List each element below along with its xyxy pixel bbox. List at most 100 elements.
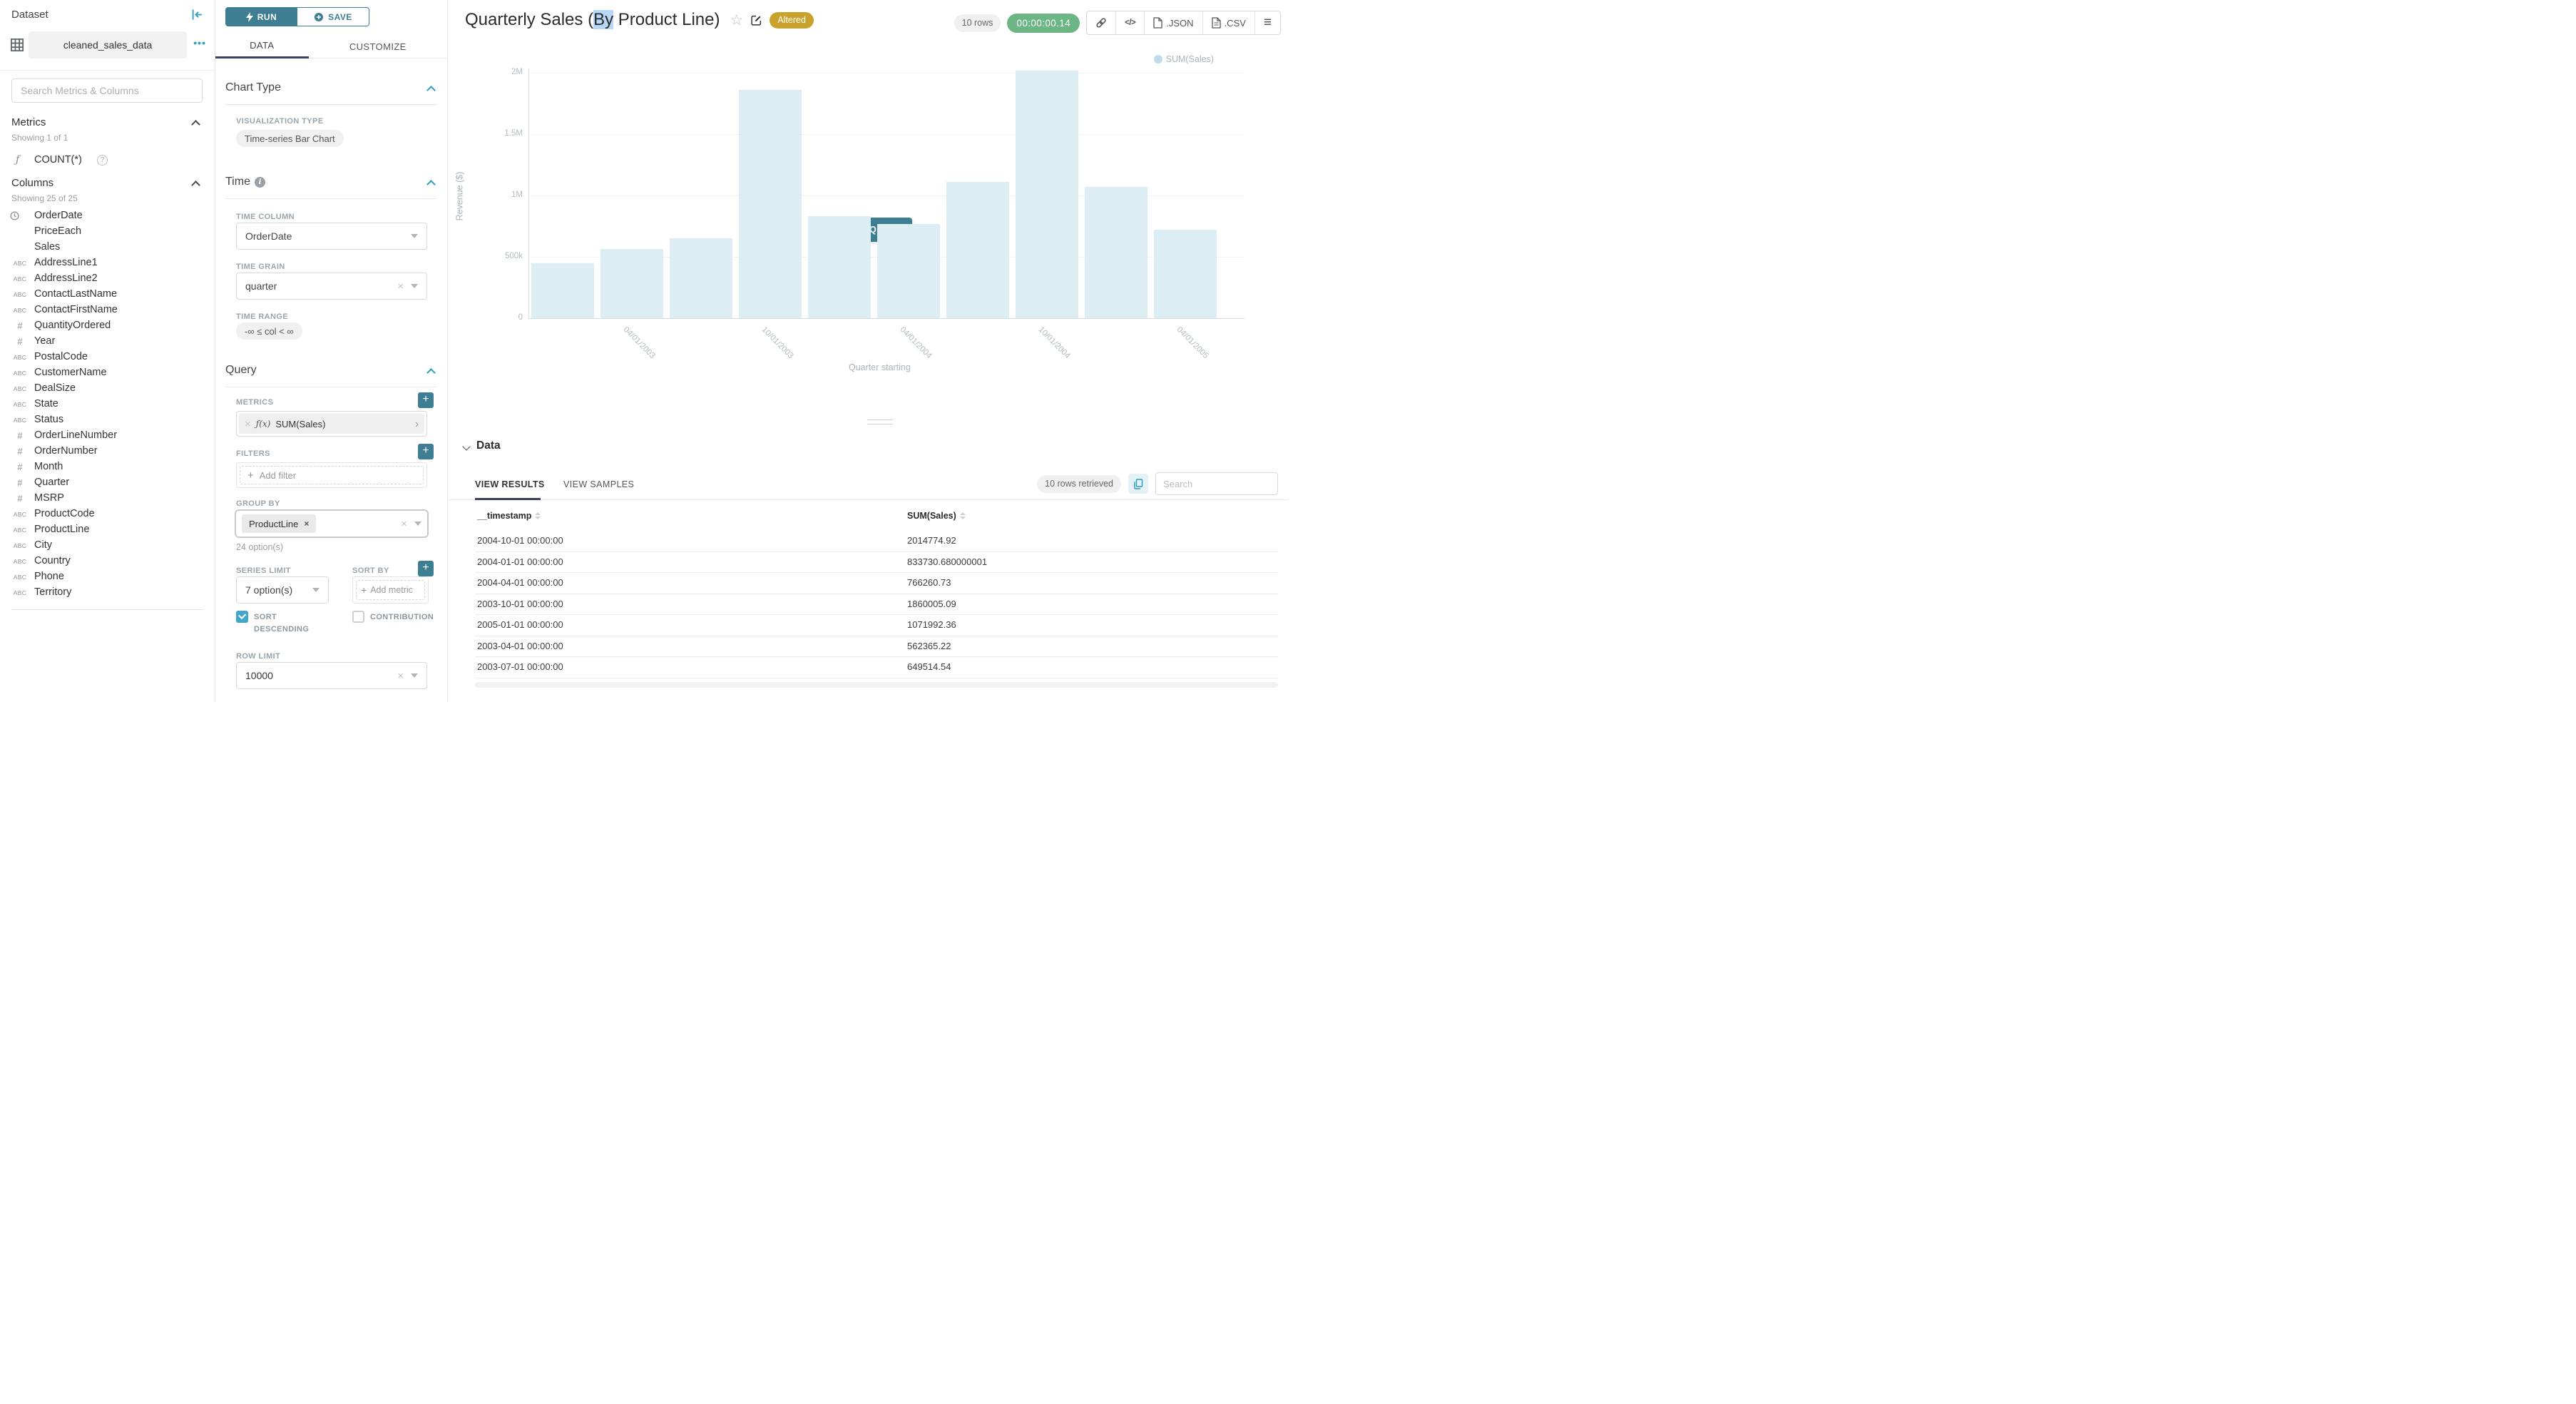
column-item[interactable]: ABCCountry [0,554,215,569]
table-row[interactable]: 2004-04-01 00:00:00766260.73 [475,573,1278,594]
copy-data-button[interactable] [1128,474,1148,494]
run-button[interactable]: RUN [225,7,297,26]
column-header-timestamp[interactable]: __timestamp [477,511,541,521]
remove-metric-icon[interactable]: × [245,419,251,429]
column-item[interactable]: ABCProductCode [0,507,215,522]
tab-data[interactable]: DATA [215,34,309,58]
visualization-type-value[interactable]: Time-series Bar Chart [236,130,344,147]
export-json-button[interactable]: .JSON [1145,11,1202,34]
add-sort-metric-button[interactable]: + [418,561,434,576]
panel-resize-handle[interactable] [867,419,893,424]
tab-view-samples[interactable]: VIEW SAMPLES [563,479,634,489]
export-csv-button[interactable]: .CSV [1203,11,1255,34]
bar-2003-10-01[interactable] [739,90,802,318]
table-row[interactable]: 2004-10-01 00:00:002014774.92 [475,531,1278,552]
bar-2004-10-01[interactable] [1016,71,1078,318]
checkbox-checked-icon[interactable] [236,611,248,623]
edit-title-icon[interactable] [750,14,762,26]
collapse-data-icon[interactable] [462,442,470,450]
bar-2005-01-01[interactable] [1085,187,1148,318]
bar-2004-04-01[interactable] [877,224,940,318]
remove-chip-icon[interactable]: × [304,519,309,529]
column-item[interactable]: #Month [0,459,215,475]
column-item[interactable]: #MSRP [0,491,215,507]
column-item[interactable]: #OrderNumber [0,444,215,459]
dataset-more-icon[interactable]: ••• [193,37,206,49]
collapse-metrics-icon[interactable] [191,120,200,129]
group-by-select[interactable]: ProductLine × × [235,509,429,538]
save-button[interactable]: SAVE [297,7,369,26]
column-item[interactable]: #OrderLineNumber [0,428,215,444]
column-item[interactable]: ABCDealSize [0,381,215,397]
time-column-select[interactable]: OrderDate [236,223,427,250]
column-item[interactable]: ABCStatus [0,412,215,428]
contribution-checkbox[interactable]: CONTRIBUTION [352,611,434,624]
add-sort-metric-dropzone[interactable]: + Add metric [356,580,425,600]
tab-customize[interactable]: CUSTOMIZE [309,34,447,58]
collapse-chart-type-icon[interactable] [426,86,436,95]
sort-descending-checkbox[interactable]: SORT DESCENDING [236,611,329,635]
column-item[interactable]: ABCAddressLine2 [0,271,215,287]
bar-2004-01-01[interactable] [808,216,871,318]
tab-view-results[interactable]: VIEW RESULTS [475,479,545,489]
horizontal-scrollbar[interactable] [475,682,1278,688]
clear-icon[interactable]: × [397,671,404,681]
column-item[interactable]: ABCContactLastName [0,287,215,302]
column-item[interactable]: PriceEach [0,224,215,240]
column-item[interactable]: #Year [0,334,215,350]
column-item[interactable]: #Quarter [0,475,215,491]
clear-icon[interactable]: × [401,519,407,529]
column-item[interactable]: Sales [0,240,215,255]
clear-icon[interactable]: × [397,281,404,292]
collapse-columns-icon[interactable] [191,180,200,190]
metric-pill[interactable]: × ƒ(x) SUM(Sales) › [239,414,424,434]
checkbox-unchecked-icon[interactable] [352,611,364,623]
column-item[interactable]: ABCCustomerName [0,365,215,381]
time-range-value[interactable]: -∞ ≤ col < ∞ [236,322,302,340]
column-item[interactable]: ABCTerritory [0,585,215,601]
table-row[interactable]: 2003-07-01 00:00:00649514.54 [475,657,1278,678]
row-limit-select[interactable]: 10000 × [236,662,427,689]
sort-icon[interactable] [535,512,541,519]
bar-2004-07-01[interactable] [946,182,1009,318]
metric-item[interactable]: ƒ COUNT(*) ? [0,153,215,170]
table-row[interactable]: 2003-04-01 00:00:00562365.22 [475,636,1278,658]
add-filter-button[interactable]: + [418,444,434,459]
chart-legend[interactable]: SUM(Sales) [1154,54,1214,64]
data-search-input[interactable] [1155,472,1278,495]
dataset-name[interactable]: cleaned_sales_data [29,31,187,58]
embed-code-button[interactable]: </> [1116,11,1145,34]
table-row[interactable]: 2005-01-01 00:00:001071992.36 [475,615,1278,636]
bar-2003-04-01[interactable] [600,249,663,318]
column-item[interactable]: ABCPostalCode [0,350,215,365]
time-grain-select[interactable]: quarter × [236,273,427,300]
bar-2003-07-01[interactable] [670,238,732,318]
series-limit-select[interactable]: 7 option(s) [236,576,329,604]
table-row[interactable]: 2004-01-01 00:00:00833730.680000001 [475,552,1278,574]
share-link-button[interactable] [1087,11,1116,34]
collapse-query-icon[interactable] [426,368,436,377]
bar-2003-01-01[interactable] [531,263,594,318]
help-icon[interactable]: ? [97,155,108,166]
collapse-sidebar-icon[interactable] [191,9,203,21]
column-item[interactable]: ABCAddressLine1 [0,255,215,271]
table-row[interactable]: 2003-10-01 00:00:001860005.09 [475,594,1278,616]
column-item[interactable]: ABCContactFirstName [0,302,215,318]
column-item[interactable]: ABCCity [0,538,215,554]
column-item[interactable]: ABCState [0,397,215,412]
column-item[interactable]: ABCPhone [0,569,215,585]
chevron-right-icon[interactable]: › [415,418,419,430]
collapse-time-icon[interactable] [426,180,436,189]
column-item[interactable]: OrderDate [0,208,215,224]
column-item[interactable]: ABCProductLine [0,522,215,538]
sort-icon[interactable] [960,512,966,519]
search-metrics-columns-input[interactable] [11,78,203,103]
bar-2005-04-01[interactable] [1154,230,1217,318]
add-filter-dropzone[interactable]: + Add filter [240,466,424,484]
chart-title[interactable]: Quarterly Sales (By Product Line) [465,10,720,30]
column-header-metric[interactable]: SUM(Sales) [907,511,966,521]
favorite-star-icon[interactable]: ☆ [730,11,744,29]
altered-badge[interactable]: Altered [770,12,814,29]
chart-menu-button[interactable]: ≡ [1255,11,1280,34]
column-item[interactable]: #QuantityOrdered [0,318,215,334]
